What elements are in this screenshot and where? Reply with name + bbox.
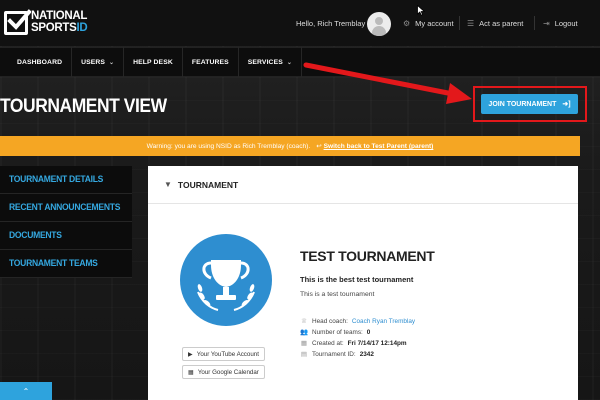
teams-row: 👥 Number of teams: 0 <box>300 328 371 337</box>
gear-icon: ⚙ <box>403 19 411 28</box>
top-bar: NATIONAL SPORTSID Hello, Rich Tremblay ⚙… <box>0 0 600 46</box>
users-icon: 👥 <box>300 329 309 336</box>
id-label: Tournament ID: <box>312 350 356 358</box>
checklist-icon: ☰ <box>467 19 475 28</box>
header-divider <box>459 16 460 30</box>
my-account-label: My account <box>415 19 454 28</box>
annotation-arrow-icon <box>303 62 472 104</box>
logout-link[interactable]: ⇥ Logout <box>543 19 578 28</box>
created-row: ▦ Created at: Fri 7/14/17 12:14pm <box>300 339 407 348</box>
logo-text: NATIONAL SPORTSID <box>31 10 88 34</box>
youtube-icon: ▶ <box>188 350 193 358</box>
tournament-sidebar: TOURNAMENT DETAILS RECENT ANNOUNCEMENTS … <box>0 166 132 278</box>
head-coach-label: Head coach: <box>312 317 348 325</box>
my-account-link[interactable]: ⚙ My account <box>403 19 454 28</box>
teams-value: 0 <box>366 328 371 336</box>
id-value: 2342 <box>359 350 374 358</box>
avatar-body-shape <box>372 26 386 36</box>
sign-in-icon: ➜] <box>562 101 571 108</box>
created-label: Created at: <box>312 339 344 347</box>
sidebar-item-tournament-details[interactable]: TOURNAMENT DETAILS <box>0 166 132 194</box>
logo-line-2a: SPORTS <box>31 22 77 34</box>
trophy-icon <box>180 234 272 326</box>
warning-text: Warning: you are using NSID as Rich Trem… <box>146 142 311 150</box>
sidebar-item-label: TOURNAMENT DETAILS <box>9 174 104 185</box>
nav-services-label: SERVICES <box>247 58 283 66</box>
chevron-down-icon: ⌄ <box>109 59 115 66</box>
sidebar-item-label: DOCUMENTS <box>9 230 62 241</box>
switch-back-label: Switch back to Test Parent (parent) <box>323 143 434 150</box>
calendar-small-icon: ▦ <box>300 340 308 347</box>
logout-label: Logout <box>554 19 578 28</box>
nav-dashboard[interactable]: DASHBOARD <box>0 47 73 77</box>
chevron-up-icon: ⌃ <box>22 386 30 396</box>
chevron-down-icon: ⌄ <box>286 59 292 66</box>
head-coach-row: ♕ Head coach: Coach Ryan Tremblay <box>300 317 415 326</box>
nav-help-desk[interactable]: HELP DESK <box>124 47 183 77</box>
avatar-head-shape <box>375 17 383 25</box>
greeting-text: Hello, Rich Tremblay <box>296 19 366 28</box>
created-value: Fri 7/14/17 12:14pm <box>347 339 407 347</box>
logo-line-2b: ID <box>76 22 88 34</box>
gcal-label: Your Google Calendar <box>197 368 259 376</box>
tournament-tagline: This is the best test tournament <box>300 275 414 284</box>
nav-services[interactable]: SERVICES ⌄ <box>239 47 302 77</box>
scroll-up-button[interactable]: ⌃ <box>0 382 52 400</box>
teams-label: Number of teams: <box>312 328 363 336</box>
youtube-label: Your YouTube Account <box>196 350 259 358</box>
switch-back-link[interactable]: ↩ Switch back to Test Parent (parent) <box>316 142 433 150</box>
sidebar-item-documents[interactable]: DOCUMENTS <box>0 222 132 250</box>
nav-features[interactable]: FEATURES <box>183 47 239 77</box>
id-row: ▤ Tournament ID: 2342 <box>300 350 374 359</box>
sidebar-item-tournament-teams[interactable]: TOURNAMENT TEAMS <box>0 250 132 278</box>
nav-help-desk-label: HELP DESK <box>133 58 173 66</box>
mouse-cursor-icon <box>417 4 426 19</box>
header-divider <box>534 16 535 30</box>
calendar-icon: ▦ <box>188 368 194 376</box>
trophy-small-icon: ♕ <box>301 318 307 325</box>
logout-icon: ⇥ <box>543 19 550 28</box>
sidebar-item-label: RECENT ANNOUNCEMENTS <box>9 202 121 213</box>
panel-header: ▼ TOURNAMENT <box>148 166 578 204</box>
panel-header-title: TOURNAMENT <box>177 179 239 190</box>
sidebar-item-recent-announcements[interactable]: RECENT ANNOUNCEMENTS <box>0 194 132 222</box>
head-coach-link[interactable]: Coach Ryan Tremblay <box>352 318 415 325</box>
google-calendar-button[interactable]: ▦ Your Google Calendar <box>182 365 265 379</box>
act-as-parent-label: Act as parent <box>479 19 524 28</box>
id-card-icon: ▤ <box>300 351 308 358</box>
filter-icon: ▼ <box>164 180 172 189</box>
nav-dashboard-label: DASHBOARD <box>17 58 63 66</box>
logo-check-icon <box>4 9 31 35</box>
nav-users-label: USERS <box>81 58 106 66</box>
join-button-highlight: JOIN TOURNAMENT ➜] <box>473 86 587 122</box>
impersonation-warning: Warning: you are using NSID as Rich Trem… <box>0 136 580 156</box>
page-title: TOURNAMENT VIEW <box>0 96 167 117</box>
tournament-name: TEST TOURNAMENT <box>300 248 435 264</box>
join-tournament-button[interactable]: JOIN TOURNAMENT ➜] <box>481 94 578 114</box>
nav-users[interactable]: USERS ⌄ <box>72 47 125 77</box>
nav-features-label: FEATURES <box>191 58 229 66</box>
site-logo[interactable]: NATIONAL SPORTSID <box>4 8 94 40</box>
avatar[interactable] <box>367 12 391 36</box>
sidebar-item-label: TOURNAMENT TEAMS <box>9 258 98 269</box>
act-as-parent-link[interactable]: ☰ Act as parent <box>467 19 523 28</box>
switch-back-icon: ↩ <box>316 143 322 150</box>
join-tournament-label: JOIN TOURNAMENT <box>488 100 557 108</box>
tournament-description: This is a test tournament <box>300 291 375 298</box>
youtube-account-button[interactable]: ▶ Your YouTube Account <box>182 347 265 361</box>
tournament-panel: ▼ TOURNAMENT ▶ Your YouTube Account ▦ Yo… <box>148 166 578 400</box>
logo-line-1: NATIONAL <box>31 10 88 22</box>
